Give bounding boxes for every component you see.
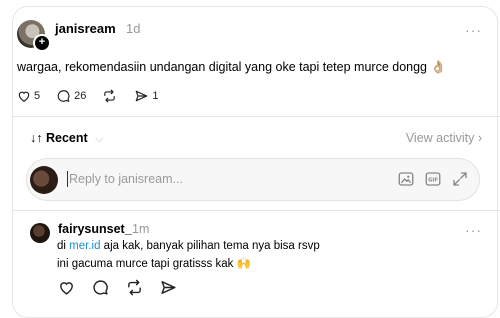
like-button[interactable] (58, 279, 75, 296)
more-options-icon[interactable]: ··· (465, 22, 482, 38)
gif-icon[interactable]: GIF (424, 170, 442, 188)
image-icon[interactable] (397, 170, 415, 188)
share-count: 1 (152, 90, 159, 102)
comment-text-line1: di mer.id aja kak, banyak pilihan tema n… (57, 240, 320, 252)
more-options-icon[interactable]: ··· (465, 222, 482, 238)
share-icon (161, 281, 176, 294)
view-activity-link[interactable]: View activity › (406, 131, 482, 145)
sort-label: Recent (45, 131, 88, 145)
avatar[interactable] (30, 223, 50, 243)
share-button[interactable] (160, 279, 177, 296)
post-username[interactable]: janisream (55, 21, 116, 36)
sort-arrow-icon: ↓↑ (30, 131, 43, 145)
comment-text-part: di (57, 240, 70, 252)
comment-text-part: aja kak, banyak pilihan tema nya bisa rs… (100, 240, 320, 252)
divider (13, 116, 500, 117)
text-cursor (67, 171, 68, 187)
chevron-down-icon: ⌵ (95, 133, 104, 145)
comment-button[interactable] (92, 279, 109, 296)
reply-box[interactable]: Reply to janisream... GIF (26, 158, 480, 201)
follow-plus-icon[interactable]: + (33, 34, 51, 52)
svg-text:GIF: GIF (428, 177, 438, 183)
repost-icon (104, 89, 116, 103)
comment-button[interactable]: 26 (56, 89, 86, 103)
comment-time: 1m (132, 222, 150, 236)
sort-row: ↓↑ Recent ⌵ View activity › (30, 131, 482, 146)
repost-button[interactable] (102, 89, 120, 103)
repost-icon (128, 279, 141, 296)
like-button[interactable]: 5 (17, 89, 40, 103)
post-actions: 5 26 1 (17, 86, 171, 106)
sort-button[interactable]: ↓↑ Recent ⌵ (30, 131, 104, 145)
comment-icon (93, 280, 108, 295)
heart-icon (18, 91, 30, 102)
comment-username[interactable]: fairysunset_ (58, 222, 132, 236)
mer-id-link[interactable]: mer.id (69, 240, 100, 252)
expand-icon[interactable] (451, 170, 469, 188)
post-time: 1d (126, 21, 141, 36)
like-count: 5 (34, 90, 41, 102)
comment-count: 26 (74, 90, 87, 102)
comment-icon (57, 90, 70, 102)
comment-actions (58, 279, 194, 296)
reply-tools: GIF (388, 170, 469, 188)
reply-placeholder[interactable]: Reply to janisream... (69, 172, 183, 186)
divider (13, 210, 500, 211)
comment-text-line2: ini gacuma murce tapi gratisss kak 🙌 (57, 258, 251, 270)
repost-button[interactable] (126, 279, 143, 296)
avatar (30, 166, 58, 194)
share-icon (136, 90, 148, 102)
share-button[interactable]: 1 (134, 89, 159, 103)
heart-icon (60, 282, 73, 295)
post-text: wargaa, rekomendasiin undangan digital y… (17, 60, 447, 74)
